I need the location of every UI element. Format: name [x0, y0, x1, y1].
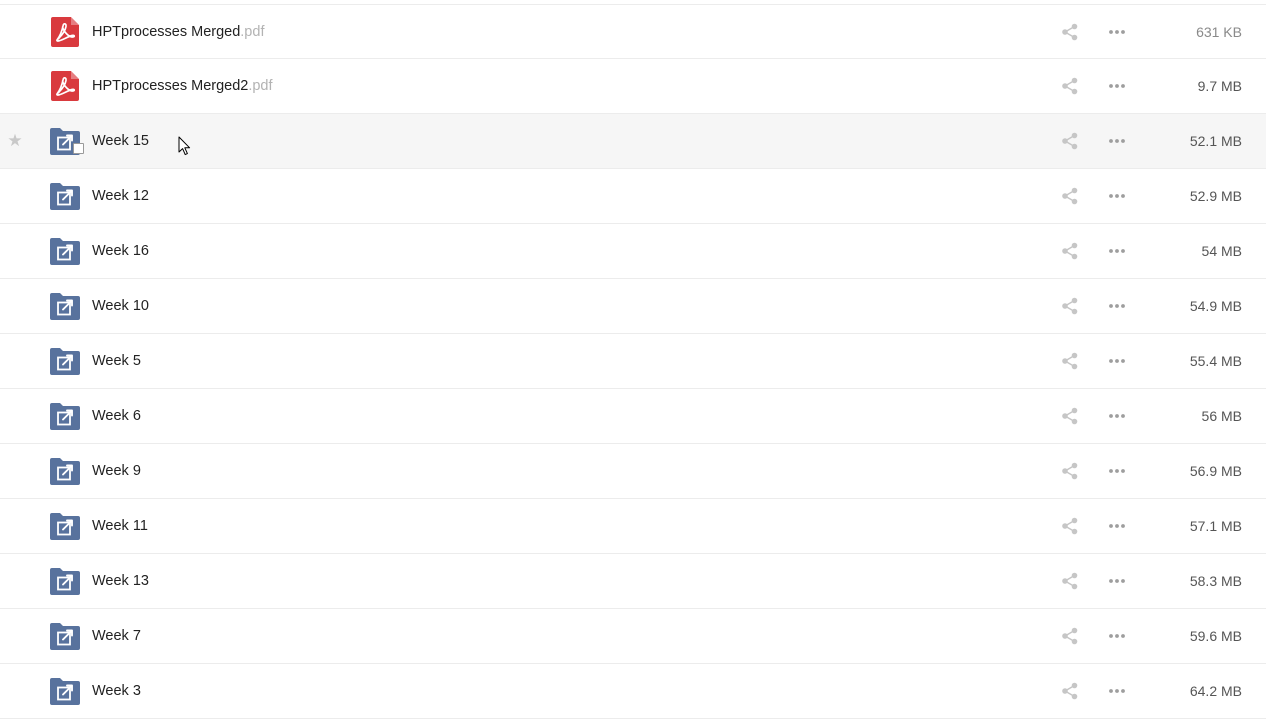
- more-options-icon[interactable]: [1106, 517, 1128, 535]
- pdf-file-icon: [50, 71, 80, 101]
- file-row[interactable]: Week 13 58.3 MB: [0, 554, 1266, 609]
- file-name: HPTprocesses Merged2: [92, 78, 249, 94]
- file-name: Week 10: [92, 298, 149, 314]
- file-extension: .pdf: [248, 78, 273, 94]
- file-name: Week 12: [92, 188, 149, 204]
- file-name: Week 3: [92, 683, 141, 699]
- share-icon[interactable]: [1061, 572, 1079, 590]
- shared-folder-icon: [50, 676, 80, 706]
- more-options-icon[interactable]: [1106, 682, 1128, 700]
- more-options-icon[interactable]: [1106, 297, 1128, 315]
- file-name: Week 16: [92, 243, 149, 259]
- shared-folder-icon: [50, 456, 80, 486]
- share-icon[interactable]: [1061, 77, 1079, 95]
- file-extension: .pdf: [240, 24, 265, 40]
- file-name-link[interactable]: Week 6: [92, 407, 141, 425]
- share-icon[interactable]: [1061, 462, 1079, 480]
- file-name-link[interactable]: Week 10: [92, 297, 149, 315]
- file-row[interactable]: Week 5 55.4 MB: [0, 334, 1266, 389]
- share-icon[interactable]: [1061, 407, 1079, 425]
- more-options-icon[interactable]: [1106, 407, 1128, 425]
- share-icon[interactable]: [1061, 297, 1079, 315]
- shared-folder-icon: [50, 291, 80, 321]
- more-options-icon[interactable]: [1106, 627, 1128, 645]
- file-size: 631 KB: [1196, 24, 1242, 40]
- file-row[interactable]: Week 16 54 MB: [0, 224, 1266, 279]
- file-name-link[interactable]: HPTprocesses Merged2.pdf: [92, 77, 273, 95]
- file-size: 9.7 MB: [1197, 78, 1242, 94]
- file-row[interactable]: ★ Week 15 52.1 MB: [0, 114, 1266, 169]
- shared-folder-icon: [50, 401, 80, 431]
- file-name-link[interactable]: Week 13: [92, 572, 149, 590]
- file-row[interactable]: HPTprocesses Merged.pdf 631 KB: [0, 5, 1266, 59]
- file-name: Week 11: [92, 518, 148, 534]
- file-name-link[interactable]: Week 16: [92, 242, 149, 260]
- more-options-icon[interactable]: [1106, 572, 1128, 590]
- more-options-icon[interactable]: [1106, 77, 1128, 95]
- file-list: HPTprocesses Merged.pdf 631 KB HPTprocesse…: [0, 4, 1266, 719]
- more-options-icon[interactable]: [1106, 23, 1128, 41]
- file-size: 52.1 MB: [1189, 133, 1242, 149]
- file-size: 57.1 MB: [1189, 518, 1242, 534]
- more-options-icon[interactable]: [1106, 132, 1128, 150]
- share-icon[interactable]: [1061, 627, 1079, 645]
- more-options-icon[interactable]: [1106, 242, 1128, 260]
- shared-folder-icon: [50, 566, 80, 596]
- shared-folder-icon: [50, 236, 80, 266]
- file-row[interactable]: Week 10 54.9 MB: [0, 279, 1266, 334]
- shared-folder-icon: [50, 511, 80, 541]
- file-name: Week 6: [92, 408, 141, 424]
- file-name-link[interactable]: Week 12: [92, 187, 149, 205]
- shared-folder-icon: [50, 621, 80, 651]
- file-row[interactable]: Week 12 52.9 MB: [0, 169, 1266, 224]
- file-name-link[interactable]: Week 15: [92, 132, 149, 150]
- file-name: Week 15: [92, 133, 149, 149]
- file-name-link[interactable]: Week 9: [92, 462, 141, 480]
- shared-folder-icon: [50, 181, 80, 211]
- file-name: HPTprocesses Merged: [92, 24, 241, 40]
- file-size: 52.9 MB: [1189, 188, 1242, 204]
- file-row[interactable]: Week 9 56.9 MB: [0, 444, 1266, 499]
- file-name-link[interactable]: HPTprocesses Merged.pdf: [92, 23, 264, 41]
- file-size: 58.3 MB: [1189, 573, 1242, 589]
- file-name-link[interactable]: Week 5: [92, 352, 141, 370]
- share-icon[interactable]: [1061, 517, 1079, 535]
- share-icon[interactable]: [1061, 242, 1079, 260]
- file-size: 54 MB: [1201, 243, 1242, 259]
- file-row[interactable]: Week 6 56 MB: [0, 389, 1266, 444]
- file-name-link[interactable]: Week 7: [92, 627, 141, 645]
- file-row[interactable]: Week 7 59.6 MB: [0, 609, 1266, 664]
- more-options-icon[interactable]: [1106, 462, 1128, 480]
- share-icon[interactable]: [1061, 682, 1079, 700]
- file-name-link[interactable]: Week 11: [92, 517, 148, 535]
- file-size: 54.9 MB: [1189, 298, 1242, 314]
- share-icon[interactable]: [1061, 23, 1079, 41]
- shared-folder-icon: [50, 346, 80, 376]
- file-name-link[interactable]: Week 3: [92, 682, 141, 700]
- file-name: Week 7: [92, 628, 141, 644]
- file-size: 56 MB: [1201, 408, 1242, 424]
- share-icon[interactable]: [1061, 352, 1079, 370]
- file-row[interactable]: HPTprocesses Merged2.pdf 9.7 MB: [0, 59, 1266, 114]
- share-icon[interactable]: [1061, 132, 1079, 150]
- file-row[interactable]: Week 11 57.1 MB: [0, 499, 1266, 554]
- star-icon[interactable]: ★: [6, 132, 24, 150]
- file-size: 55.4 MB: [1189, 353, 1242, 369]
- more-options-icon[interactable]: [1106, 352, 1128, 370]
- file-row[interactable]: Week 3 64.2 MB: [0, 664, 1266, 719]
- select-checkbox[interactable]: [73, 143, 84, 154]
- file-size: 64.2 MB: [1189, 683, 1242, 699]
- file-size: 59.6 MB: [1189, 628, 1242, 644]
- file-name: Week 13: [92, 573, 149, 589]
- file-name: Week 5: [92, 353, 141, 369]
- file-size: 56.9 MB: [1189, 463, 1242, 479]
- pdf-file-icon: [50, 17, 80, 47]
- more-options-icon[interactable]: [1106, 187, 1128, 205]
- file-name: Week 9: [92, 463, 141, 479]
- share-icon[interactable]: [1061, 187, 1079, 205]
